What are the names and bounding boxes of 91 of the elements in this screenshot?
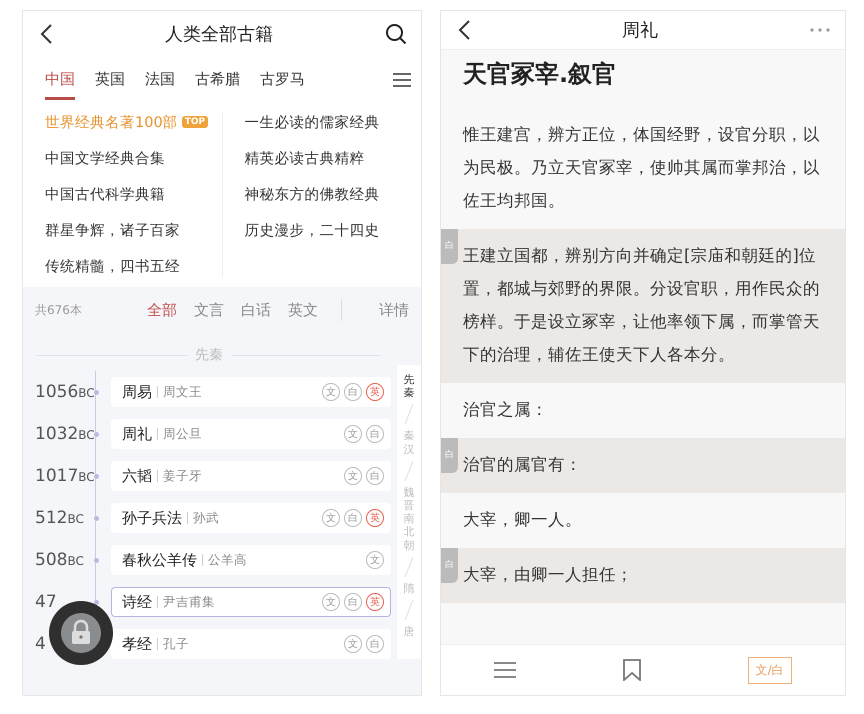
translation-tag: 白 bbox=[441, 438, 458, 473]
region-tab[interactable]: 英国 bbox=[95, 60, 125, 100]
collection-link[interactable]: 群星争辉，诸子百家 bbox=[45, 220, 180, 240]
translation-tag: 白 bbox=[441, 229, 458, 264]
more-icon[interactable] bbox=[809, 27, 831, 33]
top-badge: TOP bbox=[182, 116, 208, 128]
book-card[interactable]: 春秋公羊传 公羊高 文 bbox=[111, 545, 391, 575]
language-tag: 文 bbox=[322, 383, 340, 401]
book-author: 姜子牙 bbox=[163, 468, 202, 484]
language-tag: 白 bbox=[344, 383, 362, 401]
book-author: 孔子 bbox=[163, 636, 189, 652]
language-tag: 文 bbox=[344, 635, 362, 653]
book-author: 周文王 bbox=[163, 384, 202, 400]
section-heading: 先秦 bbox=[195, 346, 223, 364]
book-author: 周公旦 bbox=[163, 426, 202, 442]
collection-link[interactable]: 神秘东方的佛教经典 bbox=[244, 184, 380, 204]
language-tag: 文 bbox=[322, 593, 340, 611]
back-icon[interactable] bbox=[39, 23, 53, 45]
collection-link[interactable]: 一生必读的儒家经典 bbox=[244, 112, 380, 132]
era-divider bbox=[404, 598, 414, 621]
translation-paragraph: 治官的属官有： bbox=[463, 455, 582, 474]
region-tab[interactable]: 古罗马 bbox=[260, 60, 305, 100]
book-title: 六韬 bbox=[122, 466, 152, 486]
language-tag: 白 bbox=[366, 425, 384, 443]
language-tag: 文 bbox=[322, 509, 340, 527]
year-label: 512 BC bbox=[34, 508, 85, 528]
language-tag: 英 bbox=[366, 593, 384, 611]
era-divider bbox=[404, 556, 414, 578]
book-card[interactable]: 诗经 尹吉甫集 文 白 英 bbox=[111, 587, 391, 617]
timeline-dot bbox=[94, 390, 99, 394]
translation-paragraph: 王建立国都，辨别方向并确定[宗庙和朝廷的]位置，都城与郊野的界限。分设官职，用作民众的榜样。于是设立冢宰，让他率领下属，而掌管天下的治理，辅佐王使天下人各本分。 bbox=[463, 246, 820, 364]
collection-link[interactable]: 历史漫步，二十四史 bbox=[244, 220, 380, 240]
language-tag: 文 bbox=[366, 551, 384, 569]
bookmark-icon[interactable] bbox=[622, 659, 641, 681]
book-card[interactable]: 孙子兵法 孙武 文 白 英 bbox=[111, 503, 391, 533]
year-label: 4 bbox=[34, 634, 47, 654]
collection-link[interactable]: 中国文学经典合集 bbox=[45, 148, 165, 168]
book-title: 春秋公羊传 bbox=[122, 550, 197, 570]
text-paragraph: 大宰，卿一人。 bbox=[463, 510, 582, 529]
year-label: 508BC bbox=[34, 550, 85, 570]
page-title: 人类全部古籍 bbox=[165, 23, 273, 46]
year-label: 1056BC bbox=[34, 382, 93, 402]
text-paragraph: 治官之属： bbox=[463, 400, 548, 419]
collection-link[interactable]: 精英必读古典精粹 bbox=[244, 148, 364, 168]
book-title: 孙子兵法 bbox=[122, 508, 182, 528]
year-label: 47 bbox=[34, 592, 58, 612]
era-tab[interactable]: 先秦 bbox=[404, 373, 414, 400]
book-author: 公羊高 bbox=[208, 552, 247, 568]
filter-tab[interactable]: 全部 bbox=[147, 300, 177, 320]
language-tag: 文 bbox=[344, 425, 362, 443]
book-count: 共676本 bbox=[35, 302, 83, 318]
collection-link[interactable]: 中国古代科学典籍 bbox=[45, 184, 165, 204]
lock-icon bbox=[61, 613, 101, 653]
back-icon[interactable] bbox=[457, 19, 471, 41]
language-tag: 英 bbox=[366, 383, 384, 401]
book-title: 周易 bbox=[122, 382, 152, 402]
language-tag: 白 bbox=[366, 635, 384, 653]
language-tag: 文 bbox=[344, 467, 362, 485]
book-card[interactable]: 六韬 姜子牙 文 白 bbox=[111, 461, 391, 491]
chapter-title: 天官冢宰.叙官 bbox=[462, 59, 618, 90]
book-title: 孝经 bbox=[122, 634, 152, 654]
book-card[interactable]: 孝经 孔子 文 白 bbox=[111, 629, 391, 659]
menu-icon[interactable] bbox=[393, 73, 411, 87]
region-tab[interactable]: 法国 bbox=[145, 60, 175, 100]
timeline-dot bbox=[94, 600, 99, 604]
region-tab[interactable]: 古希腊 bbox=[195, 60, 240, 100]
region-tab[interactable]: 中国 bbox=[45, 60, 75, 100]
year-label: 1017 BC bbox=[34, 466, 93, 486]
book-card[interactable]: 周易 周文王 文 白 英 bbox=[111, 377, 391, 407]
language-tag: 白 bbox=[344, 509, 362, 527]
book-title: 诗经 bbox=[122, 592, 152, 612]
language-tag: 白 bbox=[344, 593, 362, 611]
book-author: 尹吉甫集 bbox=[163, 594, 215, 610]
page-title: 周礼 bbox=[622, 19, 658, 42]
language-tag: 白 bbox=[366, 467, 384, 485]
search-icon[interactable] bbox=[385, 23, 407, 45]
timeline-dot bbox=[94, 432, 99, 436]
era-divider bbox=[404, 460, 414, 482]
book-title: 周礼 bbox=[122, 424, 152, 444]
book-card[interactable]: 周礼 周公旦 文 白 bbox=[111, 419, 391, 449]
text-paragraph: 惟王建宫，辨方正位，体国经野，设官分职，以为民极。乃立天官冢宰，使帅其属而掌邦治，以佐王均邦国。 bbox=[463, 125, 820, 210]
collection-link[interactable]: 传统精髓，四书五经 bbox=[45, 256, 180, 276]
year-label: 1032 BC bbox=[34, 424, 93, 444]
timeline-dot bbox=[94, 558, 99, 562]
timeline-dot bbox=[94, 516, 99, 520]
translation-paragraph: 大宰，由卿一人担任； bbox=[463, 565, 633, 584]
timeline-dot bbox=[94, 474, 99, 478]
era-divider bbox=[404, 403, 414, 426]
book-author: 孙武 bbox=[193, 510, 219, 526]
language-tag: 英 bbox=[366, 509, 384, 527]
translation-tag: 白 bbox=[441, 548, 458, 583]
